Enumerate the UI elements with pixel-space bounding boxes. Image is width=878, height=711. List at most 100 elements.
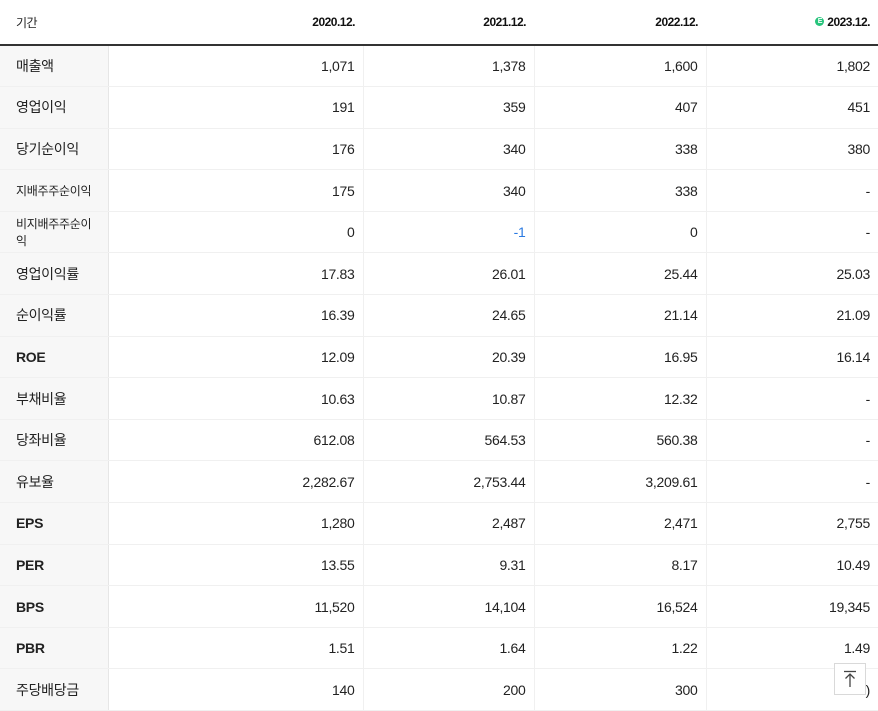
column-header-2022: 2022.12.	[534, 0, 706, 46]
cell-value: 340	[362, 128, 534, 171]
arrow-up-to-line-icon	[844, 670, 856, 687]
table-row: 당기순이익 176 340 338 380	[0, 128, 878, 171]
table-row: 지배주주순이익 175 340 338 -	[0, 169, 878, 212]
cell-value: 3,209.61	[533, 460, 706, 504]
row-label: 당좌비율	[0, 419, 109, 462]
table-row: 비지배주주순이익 0 -1 0 -	[0, 211, 878, 254]
cell-value: 25.44	[533, 252, 706, 296]
table-row: 부채비율 10.63 10.87 12.32 -	[0, 377, 878, 420]
row-label: 비지배주주순이익	[0, 211, 109, 254]
cell-value: 9.31	[362, 544, 534, 587]
column-header-2023: E 2023.12.	[706, 0, 878, 46]
cell-value: 175	[107, 169, 363, 212]
cell-value: 12.32	[533, 377, 706, 420]
period-header: 기간	[0, 0, 108, 46]
cell-value: -	[705, 377, 878, 420]
cell-value: 19,345	[705, 585, 878, 628]
row-label: 순이익률	[0, 294, 109, 337]
cell-value: 10.49	[705, 544, 878, 587]
cell-value: 21.09	[705, 294, 878, 337]
cell-value: 338	[533, 169, 706, 212]
row-label: 영업이익	[0, 86, 109, 129]
row-label: 매출액	[0, 45, 109, 88]
cell-value: 17.83	[107, 252, 363, 296]
row-label: 영업이익률	[0, 252, 109, 296]
cell-value: 338	[533, 128, 706, 171]
table-row: EPS 1,280 2,487 2,471 2,755	[0, 502, 878, 545]
row-label: PBR	[0, 627, 109, 670]
column-header-2021: 2021.12.	[363, 0, 534, 46]
table-row: 영업이익 191 359 407 451	[0, 86, 878, 129]
table-row: ROE 12.09 20.39 16.95 16.14	[0, 336, 878, 379]
cell-value: 1.64	[362, 627, 534, 670]
cell-value: 0	[107, 211, 363, 254]
row-label: ROE	[0, 336, 109, 379]
row-label: PER	[0, 544, 109, 587]
table-row: 주당배당금 140 200 300 )	[0, 668, 878, 711]
cell-value: -	[705, 419, 878, 462]
cell-value: 2,282.67	[107, 460, 363, 504]
cell-value: 407	[533, 86, 706, 129]
table-row: BPS 11,520 14,104 16,524 19,345	[0, 585, 878, 628]
cell-value: 300	[533, 668, 706, 711]
cell-value: 1.22	[533, 627, 706, 670]
cell-value: 16.95	[533, 336, 706, 379]
row-label: BPS	[0, 585, 109, 628]
cell-value: 21.14	[533, 294, 706, 337]
cell-value: 2,471	[533, 502, 706, 545]
cell-value: 2,487	[362, 502, 534, 545]
cell-value: 612.08	[107, 419, 363, 462]
column-header-2023-label: 2023.12.	[827, 15, 870, 29]
table-header-row: 기간 2020.12. 2021.12. 2022.12. E 2023.12.	[0, 0, 878, 46]
cell-value: -	[705, 460, 878, 504]
cell-value: 11,520	[107, 585, 363, 628]
financial-table: 기간 2020.12. 2021.12. 2022.12. E 2023.12. …	[0, 0, 878, 711]
cell-value-negative: -1	[362, 211, 534, 254]
cell-value: 340	[362, 169, 534, 212]
row-label: 당기순이익	[0, 128, 109, 171]
table-row: 순이익률 16.39 24.65 21.14 21.09	[0, 294, 878, 337]
cell-value: 8.17	[533, 544, 706, 587]
cell-value: 20.39	[362, 336, 534, 379]
cell-value: 1,071	[107, 45, 363, 88]
cell-value: 2,755	[705, 502, 878, 545]
table-row: 매출액 1,071 1,378 1,600 1,802	[0, 45, 878, 88]
row-label: 유보율	[0, 460, 109, 504]
cell-value: 1,600	[533, 45, 706, 88]
cell-value: 564.53	[362, 419, 534, 462]
cell-value: 176	[107, 128, 363, 171]
cell-value: 140	[107, 668, 363, 711]
row-label: 주당배당금	[0, 668, 109, 711]
estimate-badge-icon: E	[815, 17, 825, 27]
table-row: 유보율 2,282.67 2,753.44 3,209.61 -	[0, 460, 878, 504]
row-label: EPS	[0, 502, 109, 545]
table-row: 당좌비율 612.08 564.53 560.38 -	[0, 419, 878, 462]
cell-value: 25.03	[705, 252, 878, 296]
scroll-to-top-button[interactable]	[834, 663, 866, 695]
cell-value: 0	[533, 211, 706, 254]
cell-value: -	[705, 211, 878, 254]
table-row: PER 13.55 9.31 8.17 10.49	[0, 544, 878, 587]
cell-value: 16.14	[705, 336, 878, 379]
cell-value: 451	[705, 86, 878, 129]
row-label: 지배주주순이익	[0, 169, 109, 212]
cell-value: 560.38	[533, 419, 706, 462]
column-header-2020: 2020.12.	[108, 0, 363, 46]
cell-value: 1,802	[705, 45, 878, 88]
table-row: 영업이익률 17.83 26.01 25.44 25.03	[0, 252, 878, 296]
cell-value: 16.39	[107, 294, 363, 337]
cell-value: 26.01	[362, 252, 534, 296]
cell-value: 14,104	[362, 585, 534, 628]
row-label: 부채비율	[0, 377, 109, 420]
cell-value: 200	[362, 668, 534, 711]
table-row: PBR 1.51 1.64 1.22 1.49	[0, 627, 878, 670]
cell-value: 16,524	[533, 585, 706, 628]
cell-value: 10.63	[107, 377, 363, 420]
cell-value: 13.55	[107, 544, 363, 587]
cell-value: 1,280	[107, 502, 363, 545]
cell-value: 191	[107, 86, 363, 129]
cell-value: 12.09	[107, 336, 363, 379]
cell-value: 1,378	[362, 45, 534, 88]
cell-value: 2,753.44	[362, 460, 534, 504]
cell-value: 1.51	[107, 627, 363, 670]
